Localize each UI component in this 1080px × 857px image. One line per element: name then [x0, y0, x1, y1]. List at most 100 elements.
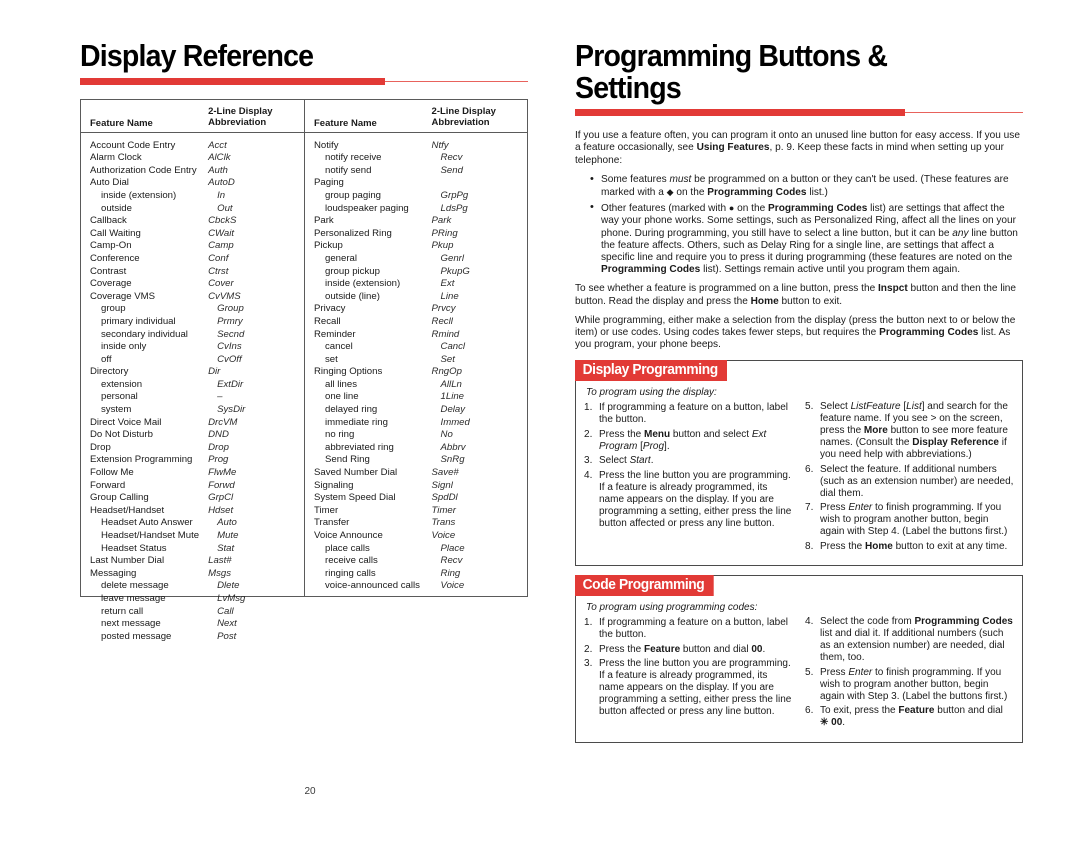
table-row: posted message Post [81, 631, 304, 644]
abbreviation-cell: CbckS [208, 215, 237, 227]
table-row: secondary individual Secnd [81, 329, 304, 342]
abbreviation-cell: Next [217, 618, 237, 630]
abbreviation-cell: Genrl [440, 252, 464, 264]
abbreviation-cell: CvVMS [208, 290, 241, 302]
reference-rows-column-1: Account Code Entry Acct Alarm Clock AlClk Au… [81, 133, 304, 644]
table-row: Reminder Rmind [305, 329, 527, 342]
abbreviation-cell: Forwd [208, 479, 235, 491]
abbreviation-cell: Voice [440, 580, 465, 592]
feature-name-cell: posted message [101, 630, 172, 642]
feature-name-cell: Camp-On [90, 240, 132, 252]
table-row: Messaging Msgs [81, 568, 304, 581]
feature-name-cell: Headset/Handset Mute [101, 530, 200, 542]
abbreviation-cell: Dlete [217, 580, 240, 592]
table-row: Callback CbckS [81, 215, 304, 228]
table-row: ringing calls Ring [305, 568, 527, 581]
feature-name-cell: Last Number Dial [90, 555, 165, 567]
title-rule-left [80, 77, 528, 85]
feature-name-cell: Send Ring [325, 454, 370, 466]
feature-name-cell: group paging [325, 189, 382, 201]
feature-name-cell: one line [325, 391, 359, 403]
table-row: Directory Dir [81, 366, 304, 379]
table-row: notify send Send [305, 165, 527, 178]
table-row: inside (extension) In [81, 190, 304, 203]
abbreviation-cell: LdsPg [440, 202, 468, 214]
feature-name-cell: ringing calls [325, 567, 376, 579]
abbreviation-cell: Ctrst [208, 265, 229, 277]
feature-name-cell: leave message [101, 592, 166, 604]
table-row: Last Number Dial Last# [81, 555, 304, 568]
table-row: leave message LvMsg [81, 593, 304, 606]
feature-name-cell: Timer [314, 504, 339, 516]
feature-name-cell: Ringing Options [314, 366, 383, 378]
abbreviation-cell: CvOff [217, 353, 242, 365]
code-programming-lead-in: To program using programming codes: [586, 602, 758, 614]
list-item: Press the Home button to exit at any tim… [805, 540, 1008, 553]
list-item: Press the Feature button and dial 00. [584, 643, 766, 656]
table-row: Coverage VMS CvVMS [81, 291, 304, 304]
abbreviation-cell: DND [208, 429, 229, 441]
code-programming-left-col: To program using programming codes: If p… [584, 602, 793, 732]
table-row: Headset Status Stat [81, 543, 304, 556]
abbreviation-cell: Camp [208, 240, 234, 252]
display-programming-left-col: To program using the display: If program… [584, 387, 793, 555]
table-row: Transfer Trans [305, 517, 527, 530]
feature-name-cell: Contrast [90, 265, 127, 277]
abbreviation-cell: Conf [208, 252, 229, 264]
feature-name-cell: System Speed Dial [314, 492, 396, 504]
feature-name-cell: off [101, 353, 112, 365]
abbreviation-cell: Rmind [431, 328, 460, 340]
display-programming-right-col: Select ListFeature [List] and search for… [805, 387, 1014, 555]
feature-name-cell: Group Calling [90, 492, 149, 504]
abbreviation-cell: Timer [431, 504, 456, 516]
feature-name-cell: Do Not Disturb [90, 429, 153, 441]
table-row: receive calls Recv [305, 555, 527, 568]
abbreviation-cell: ExtDir [217, 378, 244, 390]
feature-name-cell: outside (line) [325, 290, 380, 302]
intro-bullet-list: Some features must be programmed on a bu… [575, 173, 1023, 277]
abbreviation-cell: AlClk [208, 152, 231, 164]
feature-name-cell: inside (extension) [101, 189, 177, 201]
feature-name-cell: voice-announced calls [325, 580, 420, 592]
table-header-row-2: Feature Name 2-Line Display Abbreviation [305, 100, 527, 133]
table-row: Paging [305, 177, 527, 190]
feature-name-cell: Park [314, 215, 334, 227]
display-programming-steps-5-8: Select ListFeature [List] and search for… [805, 401, 1014, 553]
abbreviation-cell: SysDir [217, 404, 246, 416]
table-row: extension ExtDir [81, 379, 304, 392]
header-abbreviation-line2: Abbreviation [208, 116, 267, 128]
abbreviation-cell: Cover [208, 278, 234, 290]
table-row: abbreviated ring Abbrv [305, 442, 527, 455]
abbreviation-cell: Abbrv [440, 441, 466, 453]
abbreviation-cell: Out [217, 202, 233, 214]
code-programming-right-col: Select the code from Programming Codes l… [805, 602, 1014, 732]
table-row: system SysDir [81, 404, 304, 417]
table-row: Headset Auto Answer Auto [81, 517, 304, 530]
table-row: outside Out [81, 203, 304, 216]
abbreviation-cell: Recv [440, 555, 463, 567]
abbreviation-cell: Line [440, 290, 459, 302]
header-abbreviation-2-line1: 2-Line Display [431, 106, 496, 118]
feature-name-cell: notify receive [325, 152, 382, 164]
abbreviation-cell: Prog [208, 454, 229, 466]
display-programming-lead-in: To program using the display: [586, 387, 717, 399]
code-programming-columns: To program using programming codes: If p… [576, 596, 1022, 742]
feature-name-cell: Messaging [90, 567, 137, 579]
feature-name-cell: Directory [90, 366, 129, 378]
feature-name-cell: Reminder [314, 328, 356, 340]
table-row: notify receive Recv [305, 152, 527, 165]
header-feature-name: Feature Name [90, 117, 153, 129]
abbreviation-cell: Mute [217, 530, 239, 542]
list-item: Some features must be programmed on a bu… [590, 173, 1023, 199]
reference-rows-column-2: Notify Ntfy notify receive Recv notify send S… [305, 133, 527, 596]
feature-name-cell: Alarm Clock [90, 152, 142, 164]
page-title-display-reference: Display Reference [80, 38, 314, 73]
table-row: inside only CvIns [81, 341, 304, 354]
list-item: Press Enter to finish programming. If yo… [805, 666, 1008, 702]
header-abbreviation: 2-Line Display Abbreviation [208, 107, 304, 128]
feature-name-cell: return call [101, 605, 144, 617]
abbreviation-cell: – [217, 391, 223, 403]
programming-methods-paragraph: While programming, either make a selecti… [575, 314, 1016, 351]
feature-name-cell: abbreviated ring [325, 441, 394, 453]
table-row: Saved Number Dial Save# [305, 467, 527, 480]
